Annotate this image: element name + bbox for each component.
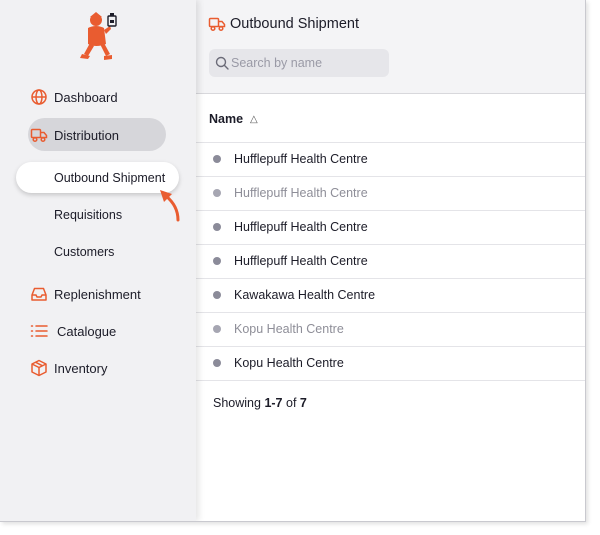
table-row[interactable]: Hufflepuff Health Centre — [196, 143, 585, 177]
pagination-summary: Showing 1-7 of 7 — [213, 396, 307, 410]
table-row[interactable]: Hufflepuff Health Centre — [196, 211, 585, 245]
status-dot-icon — [213, 223, 221, 231]
status-dot-icon — [213, 257, 221, 265]
page-title-text: Outbound Shipment — [230, 16, 359, 32]
pagination-total: 7 — [299, 396, 307, 410]
main-content: Outbound Shipment Name △ Hufflepuff Heal… — [196, 0, 585, 521]
sort-ascending-icon[interactable]: △ — [250, 114, 258, 125]
sidebar-subitem-label: Outbound Shipment — [54, 171, 166, 185]
table-row[interactable]: Kopu Health Centre — [196, 347, 585, 381]
sidebar-item-inventory[interactable]: Inventory — [0, 353, 196, 383]
sidebar-subitem-requisitions[interactable]: Requisitions — [54, 208, 122, 222]
row-name: Hufflepuff Health Centre — [234, 152, 368, 166]
sidebar-item-label: Replenishment — [54, 286, 141, 302]
page-title: Outbound Shipment — [208, 15, 359, 33]
sidebar-item-catalogue[interactable]: Catalogue — [0, 316, 196, 346]
sidebar-item-replenishment[interactable]: Replenishment — [0, 279, 196, 309]
sidebar-subitem-outbound-shipment[interactable]: Outbound Shipment — [16, 162, 179, 193]
pagination-prefix: Showing — [213, 396, 265, 410]
search-input[interactable] — [231, 53, 381, 73]
truck-icon — [208, 17, 226, 32]
app-bar: Outbound Shipment — [196, 0, 585, 94]
box-icon — [31, 359, 47, 377]
cursor-arrow-icon — [160, 190, 180, 222]
table-row[interactable]: Kopu Health Centre — [196, 313, 585, 347]
table-header: Name △ — [196, 94, 585, 143]
status-dot-icon — [213, 325, 221, 333]
status-dot-icon — [213, 291, 221, 299]
inbox-icon — [31, 287, 47, 301]
row-name: Kopu Health Centre — [234, 356, 344, 370]
app-window: Dashboard Distribution Outbound Shipment… — [0, 0, 586, 522]
list-icon — [30, 325, 48, 337]
row-name: Kawakawa Health Centre — [234, 288, 376, 302]
column-header-name[interactable]: Name — [209, 112, 243, 126]
table-body: Hufflepuff Health Centre Hufflepuff Heal… — [196, 143, 585, 381]
sidebar-item-label: Catalogue — [57, 323, 117, 339]
sidebar-item-distribution[interactable]: Distribution — [0, 120, 196, 150]
sidebar: Dashboard Distribution Outbound Shipment… — [0, 0, 196, 521]
table-row[interactable]: Kawakawa Health Centre — [196, 279, 585, 313]
table-row[interactable]: Hufflepuff Health Centre — [196, 177, 585, 211]
status-dot-icon — [213, 155, 221, 163]
table-row[interactable]: Hufflepuff Health Centre — [196, 245, 585, 279]
row-name: Hufflepuff Health Centre — [234, 220, 368, 234]
status-dot-icon — [213, 189, 221, 197]
sidebar-subitem-customers[interactable]: Customers — [54, 245, 114, 259]
row-name: Kopu Health Centre — [234, 322, 344, 336]
row-name: Hufflepuff Health Centre — [234, 186, 368, 200]
globe-icon — [31, 89, 47, 105]
search-box[interactable] — [209, 49, 389, 77]
status-dot-icon — [213, 359, 221, 367]
row-name: Hufflepuff Health Centre — [234, 254, 368, 268]
sidebar-item-label: Inventory — [54, 360, 108, 376]
sidebar-item-dashboard[interactable]: Dashboard — [0, 82, 196, 112]
sidebar-item-label: Dashboard — [54, 89, 118, 105]
logo-icon — [80, 12, 117, 60]
sidebar-item-label: Distribution — [54, 127, 120, 143]
pagination-of: of — [282, 396, 300, 410]
pagination-range: 1-7 — [264, 396, 283, 410]
truck-icon — [30, 128, 48, 143]
search-icon — [215, 56, 229, 70]
